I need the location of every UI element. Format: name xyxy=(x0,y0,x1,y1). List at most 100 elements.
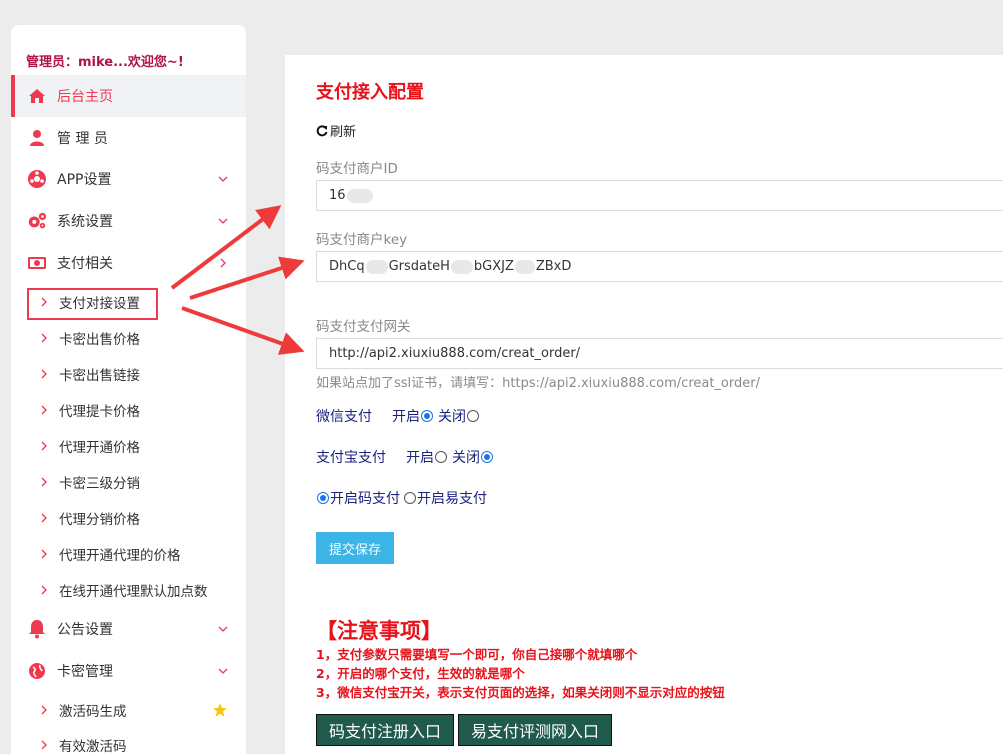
sidebar-item-card-manage[interactable]: 卡密管理 xyxy=(11,650,246,692)
sidebar-subitem-card-link[interactable]: 卡密出售链接 xyxy=(11,357,246,391)
code-pay-radio[interactable] xyxy=(317,492,329,504)
sidebar-item-home[interactable]: 后台主页 xyxy=(11,75,246,117)
gateway-input[interactable]: http://api2.xiuxiu888.com/creat_order/ xyxy=(316,338,1003,369)
sidebar-subitem-label: 代理提卡价格 xyxy=(59,404,140,420)
sidebar-subitem-label: 卡密三级分销 xyxy=(59,476,140,492)
sidebar-item-label: 支付相关 xyxy=(57,256,113,272)
gateway-label: 码支付支付网关 xyxy=(316,319,411,335)
sidebar-item-label: 公告设置 xyxy=(57,622,113,638)
alipay-off-radio[interactable] xyxy=(481,451,493,463)
home-icon xyxy=(27,86,47,106)
chevron-right-icon xyxy=(41,477,47,487)
page: 管理员：mike...欢迎您~! 后台主页 管 理 员 APP设置 系统设置 支… xyxy=(0,0,1003,754)
sidebar-subitem-valid-codes[interactable]: 有效激活码 xyxy=(11,728,246,754)
code-pay-register-button[interactable]: 码支付注册入口 xyxy=(316,714,454,746)
alipay-on-radio[interactable] xyxy=(435,451,447,463)
money-icon xyxy=(27,253,47,273)
alipay-row: 支付宝支付 开启 关闭 xyxy=(316,447,494,467)
sidebar-item-label: 卡密管理 xyxy=(57,664,113,680)
key-part: DhCq xyxy=(329,259,365,274)
code-pay-label: 开启码支付 xyxy=(330,491,400,507)
chevron-right-icon xyxy=(41,405,47,415)
pay-mode-row: 开启码支付 开启易支付 xyxy=(316,488,487,508)
sidebar-subitem-label: 卡密出售链接 xyxy=(59,368,140,384)
notice-title: 【注意事项】 xyxy=(316,619,442,643)
chevron-down-icon xyxy=(218,668,228,674)
notice-line: 2，开启的哪个支付，生效的就是哪个 xyxy=(316,666,525,681)
sidebar-subitem-agent-open-agent-price[interactable]: 代理开通代理的价格 xyxy=(11,537,246,571)
highlight-box xyxy=(27,288,158,320)
wechat-pay-label: 微信支付 xyxy=(316,409,372,425)
easy-pay-radio[interactable] xyxy=(404,492,416,504)
sidebar-item-admin[interactable]: 管 理 员 xyxy=(11,117,246,159)
app-icon xyxy=(27,169,47,189)
chevron-right-icon xyxy=(41,585,47,595)
sidebar-subitem-label: 代理开通代理的价格 xyxy=(59,548,181,564)
key-part: GrsdateH xyxy=(388,259,450,274)
alipay-off-label: 关闭 xyxy=(452,450,480,466)
chevron-right-icon xyxy=(220,258,226,268)
main-panel: 支付接入配置 刷新 码支付商户ID 16 码支付商户key DhCq Grsda… xyxy=(285,55,1003,754)
easy-pay-label: 开启易支付 xyxy=(417,491,487,507)
gateway-value: http://api2.xiuxiu888.com/creat_order/ xyxy=(329,346,581,361)
sidebar-item-label: APP设置 xyxy=(57,172,112,188)
key-part: bGXJZ xyxy=(473,259,514,274)
chevron-right-icon xyxy=(41,740,47,750)
merchant-key-label: 码支付商户key xyxy=(316,232,408,248)
merchant-key-input[interactable]: DhCq GrsdateH bGXJZ ZBxD xyxy=(316,251,1003,282)
blur-mask xyxy=(450,259,473,274)
chevron-right-icon xyxy=(41,369,47,379)
refresh-button[interactable]: 刷新 xyxy=(316,121,356,140)
sidebar-subitem-label: 代理分销价格 xyxy=(59,512,140,528)
merchant-id-label: 码支付商户ID xyxy=(316,161,398,177)
sidebar-subitem-agent-card-price[interactable]: 代理提卡价格 xyxy=(11,393,246,427)
alipay-on-label: 开启 xyxy=(406,450,434,466)
gears-icon xyxy=(27,211,47,231)
chevron-right-icon xyxy=(41,513,47,523)
bell-icon xyxy=(27,619,47,639)
admin-greeting: 管理员：mike...欢迎您~! xyxy=(26,55,184,70)
wechat-off-label: 关闭 xyxy=(438,409,466,425)
wechat-on-radio[interactable] xyxy=(421,410,433,422)
sidebar-subitem-label: 有效激活码 xyxy=(59,739,127,754)
sidebar-subitem-agent-open-price[interactable]: 代理开通价格 xyxy=(11,429,246,463)
wechat-pay-row: 微信支付 开启 关闭 xyxy=(316,406,480,426)
sidebar-item-label: 后台主页 xyxy=(57,89,113,105)
merchant-id-input[interactable]: 16 xyxy=(316,180,1003,211)
sidebar: 管理员：mike...欢迎您~! 后台主页 管 理 员 APP设置 系统设置 支… xyxy=(11,25,246,754)
ssl-hint: 如果站点加了ssl证书，请填写：https://api2.xiuxiu888.c… xyxy=(316,376,760,391)
refresh-icon xyxy=(316,124,328,136)
easy-pay-review-button[interactable]: 易支付评测网入口 xyxy=(458,714,612,746)
chevron-down-icon xyxy=(218,176,228,182)
chevron-down-icon xyxy=(218,626,228,632)
page-title: 支付接入配置 xyxy=(316,82,424,103)
merchant-id-value: 16 xyxy=(329,188,346,203)
notice-line: 1，支付参数只需要填写一个即可，你自己接哪个就填哪个 xyxy=(316,647,638,662)
sidebar-subitem-label: 代理开通价格 xyxy=(59,440,140,456)
sidebar-item-system[interactable]: 系统设置 xyxy=(11,200,246,242)
sidebar-item-label: 管 理 员 xyxy=(57,131,108,147)
sidebar-item-notice[interactable]: 公告设置 xyxy=(11,608,246,650)
wechat-on-label: 开启 xyxy=(392,409,420,425)
blur-mask xyxy=(365,259,388,274)
sidebar-subitem-agent-dist-price[interactable]: 代理分销价格 xyxy=(11,501,246,535)
sidebar-subitem-label: 激活码生成 xyxy=(59,704,127,720)
submit-save-button[interactable]: 提交保存 xyxy=(316,532,394,564)
key-part: ZBxD xyxy=(535,259,572,274)
user-icon xyxy=(27,128,47,148)
chevron-right-icon xyxy=(41,549,47,559)
sidebar-subitem-three-level[interactable]: 卡密三级分销 xyxy=(11,465,246,499)
sidebar-item-app[interactable]: APP设置 xyxy=(11,158,246,200)
wechat-off-radio[interactable] xyxy=(467,410,479,422)
sidebar-subitem-card-price[interactable]: 卡密出售价格 xyxy=(11,321,246,355)
chevron-right-icon xyxy=(41,333,47,343)
sidebar-subitem-default-markup[interactable]: 在线开通代理默认加点数 xyxy=(11,573,246,607)
sidebar-item-payment[interactable]: 支付相关 xyxy=(11,242,246,284)
alipay-label: 支付宝支付 xyxy=(316,450,386,466)
blur-mask xyxy=(346,188,373,203)
sidebar-item-label: 系统设置 xyxy=(57,214,113,230)
chevron-right-icon xyxy=(41,441,47,451)
refresh-label: 刷新 xyxy=(330,125,357,140)
sidebar-subitem-code-gen[interactable]: 激活码生成 xyxy=(11,693,246,727)
star-icon xyxy=(213,703,227,717)
